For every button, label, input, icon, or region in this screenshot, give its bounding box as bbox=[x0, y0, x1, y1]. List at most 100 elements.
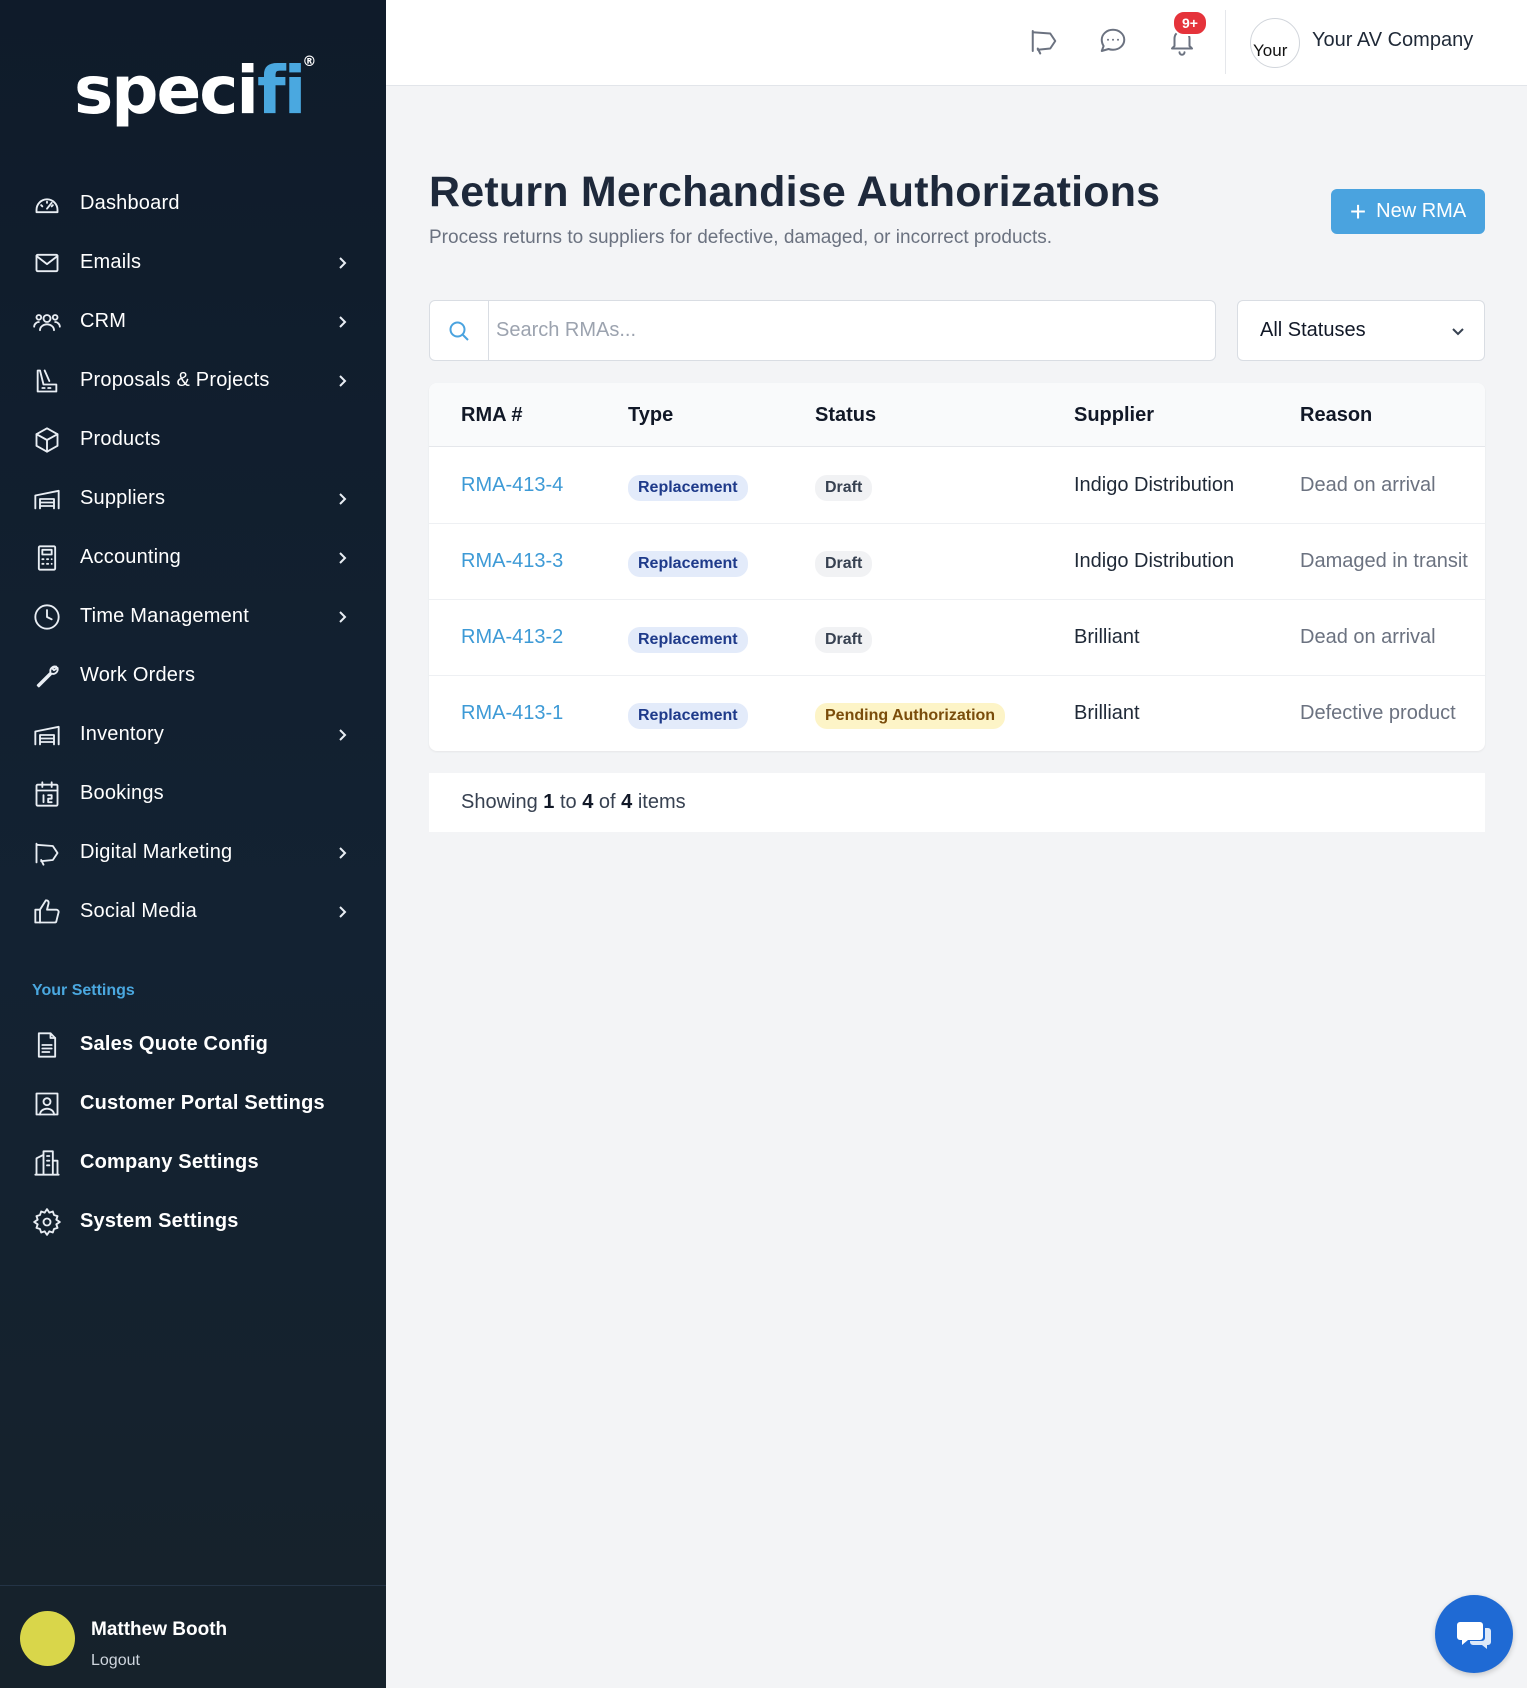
chevron-right-icon bbox=[334, 609, 350, 625]
column-header-status[interactable]: Status bbox=[815, 404, 876, 427]
sidebar-item-inventory[interactable]: Inventory bbox=[0, 705, 386, 764]
status-badge: Pending Authorization bbox=[815, 703, 1006, 729]
search-icon bbox=[430, 301, 489, 360]
live-chat-button[interactable] bbox=[1435, 1595, 1513, 1673]
table-row[interactable]: RMA-413-1 Replacement Pending Authorizat… bbox=[429, 676, 1485, 751]
type-badge: Replacement bbox=[628, 475, 748, 501]
sidebar-item-time-management[interactable]: Time Management bbox=[0, 587, 386, 646]
table-header: RMA # Type Status Supplier Reason bbox=[429, 383, 1485, 447]
sidebar-item-company-settings[interactable]: Company Settings bbox=[0, 1133, 386, 1192]
gear-icon bbox=[32, 1207, 62, 1237]
page-subtitle: Process returns to suppliers for defecti… bbox=[429, 227, 1053, 248]
user-name: Matthew Booth bbox=[91, 1619, 228, 1640]
table-row[interactable]: RMA-413-2 Replacement Draft Brilliant De… bbox=[429, 600, 1485, 676]
chevron-right-icon bbox=[334, 314, 350, 330]
logout-link[interactable]: Logout bbox=[91, 1652, 140, 1670]
chat-icon bbox=[1457, 1622, 1491, 1649]
calculator-icon bbox=[32, 543, 62, 573]
reason-cell: Dead on arrival bbox=[1300, 474, 1436, 496]
sidebar-item-label: Accounting bbox=[80, 546, 181, 568]
column-header-type[interactable]: Type bbox=[628, 404, 673, 427]
sidebar-item-label: Sales Quote Config bbox=[80, 1033, 269, 1055]
user-panel: Matthew Booth Logout bbox=[0, 1585, 386, 1688]
sidebar-item-customer-portal-settings[interactable]: Customer Portal Settings bbox=[0, 1074, 386, 1133]
status-filter-value: All Statuses bbox=[1260, 319, 1366, 341]
new-rma-label: New RMA bbox=[1376, 200, 1467, 222]
sidebar-item-label: Dashboard bbox=[80, 192, 180, 214]
box-icon bbox=[32, 425, 62, 455]
sidebar-item-label: CRM bbox=[80, 310, 127, 332]
page-title: Return Merchandise Authorizations bbox=[429, 168, 1161, 216]
notification-badge: 9+ bbox=[1172, 10, 1208, 36]
building-icon bbox=[32, 1148, 62, 1178]
chevron-right-icon bbox=[334, 550, 350, 566]
users-icon bbox=[32, 307, 62, 337]
sidebar: specifi ® Dashboard Emails CRM Proposals … bbox=[0, 0, 386, 1688]
divider bbox=[1225, 10, 1226, 74]
drafting-icon bbox=[32, 366, 62, 396]
chat-bubble-icon[interactable] bbox=[1098, 26, 1132, 60]
megaphone-icon[interactable] bbox=[1029, 26, 1063, 60]
sidebar-item-digital-marketing[interactable]: Digital Marketing bbox=[0, 823, 386, 882]
sidebar-item-products[interactable]: Products bbox=[0, 410, 386, 469]
chevron-right-icon bbox=[334, 904, 350, 920]
search-input[interactable] bbox=[490, 301, 1210, 360]
table-row[interactable]: RMA-413-4 Replacement Draft Indigo Distr… bbox=[429, 448, 1485, 524]
settings-nav: Sales Quote Config Customer Portal Setti… bbox=[0, 1015, 386, 1251]
column-header-rma[interactable]: RMA # bbox=[461, 404, 522, 427]
sidebar-item-work-orders[interactable]: Work Orders bbox=[0, 646, 386, 705]
sidebar-item-social-media[interactable]: Social Media bbox=[0, 882, 386, 941]
portrait-icon bbox=[32, 1089, 62, 1119]
type-badge: Replacement bbox=[628, 551, 748, 577]
sidebar-item-accounting[interactable]: Accounting bbox=[0, 528, 386, 587]
new-rma-button[interactable]: + New RMA bbox=[1331, 189, 1485, 234]
sidebar-item-system-settings[interactable]: System Settings bbox=[0, 1192, 386, 1251]
sidebar-item-sales-quote-config[interactable]: Sales Quote Config bbox=[0, 1015, 386, 1074]
rma-number-link[interactable]: RMA-413-1 bbox=[461, 702, 563, 725]
sidebar-item-bookings[interactable]: Bookings bbox=[0, 764, 386, 823]
status-filter-select[interactable]: All Statuses bbox=[1237, 300, 1485, 361]
sidebar-item-emails[interactable]: Emails bbox=[0, 233, 386, 292]
type-badge: Replacement bbox=[628, 703, 748, 729]
clock-icon bbox=[32, 602, 62, 632]
sidebar-item-dashboard[interactable]: Dashboard bbox=[0, 174, 386, 233]
rma-number-link[interactable]: RMA-413-3 bbox=[461, 550, 563, 573]
status-badge: Draft bbox=[815, 627, 873, 653]
thumbs-up-icon bbox=[32, 897, 62, 927]
pagination-bar: Showing 1 to 4 of 4 items bbox=[429, 773, 1485, 832]
company-avatar[interactable]: Your bbox=[1250, 18, 1300, 68]
sidebar-item-label: Products bbox=[80, 428, 161, 450]
status-badge: Draft bbox=[815, 475, 873, 501]
megaphone-icon bbox=[32, 838, 62, 868]
chevron-down-icon bbox=[1448, 321, 1468, 341]
company-name[interactable]: Your AV Company bbox=[1312, 29, 1473, 52]
rma-number-link[interactable]: RMA-413-2 bbox=[461, 626, 563, 649]
chevron-right-icon bbox=[334, 727, 350, 743]
column-header-supplier[interactable]: Supplier bbox=[1074, 404, 1154, 427]
envelope-icon bbox=[32, 248, 62, 278]
reason-cell: Damaged in transit bbox=[1300, 550, 1468, 572]
supplier-cell: Indigo Distribution bbox=[1074, 550, 1235, 572]
specifi-logo[interactable]: specifi ® bbox=[74, 52, 316, 129]
sidebar-item-crm[interactable]: CRM bbox=[0, 292, 386, 351]
pagination-summary: Showing 1 to 4 of 4 items bbox=[461, 791, 686, 813]
sidebar-item-proposals-projects[interactable]: Proposals & Projects bbox=[0, 351, 386, 410]
chevron-right-icon bbox=[334, 373, 350, 389]
sidebar-item-label: Inventory bbox=[80, 723, 165, 745]
supplier-cell: Indigo Distribution bbox=[1074, 474, 1235, 496]
sidebar-item-suppliers[interactable]: Suppliers bbox=[0, 469, 386, 528]
plus-icon: + bbox=[1349, 195, 1367, 227]
search-box bbox=[429, 300, 1216, 361]
column-header-reason[interactable]: Reason bbox=[1300, 404, 1372, 427]
sidebar-item-label: Digital Marketing bbox=[80, 841, 233, 863]
sidebar-item-label: Work Orders bbox=[80, 664, 196, 686]
table-row[interactable]: RMA-413-3 Replacement Draft Indigo Distr… bbox=[429, 524, 1485, 600]
sidebar-item-label: System Settings bbox=[80, 1210, 239, 1232]
supplier-cell: Brilliant bbox=[1074, 626, 1140, 648]
main-nav: Dashboard Emails CRM Proposals & Project… bbox=[0, 174, 386, 941]
rma-number-link[interactable]: RMA-413-4 bbox=[461, 474, 563, 497]
reason-cell: Defective product bbox=[1300, 702, 1456, 724]
user-avatar[interactable] bbox=[20, 1611, 75, 1666]
status-badge: Draft bbox=[815, 551, 873, 577]
chevron-right-icon bbox=[334, 491, 350, 507]
